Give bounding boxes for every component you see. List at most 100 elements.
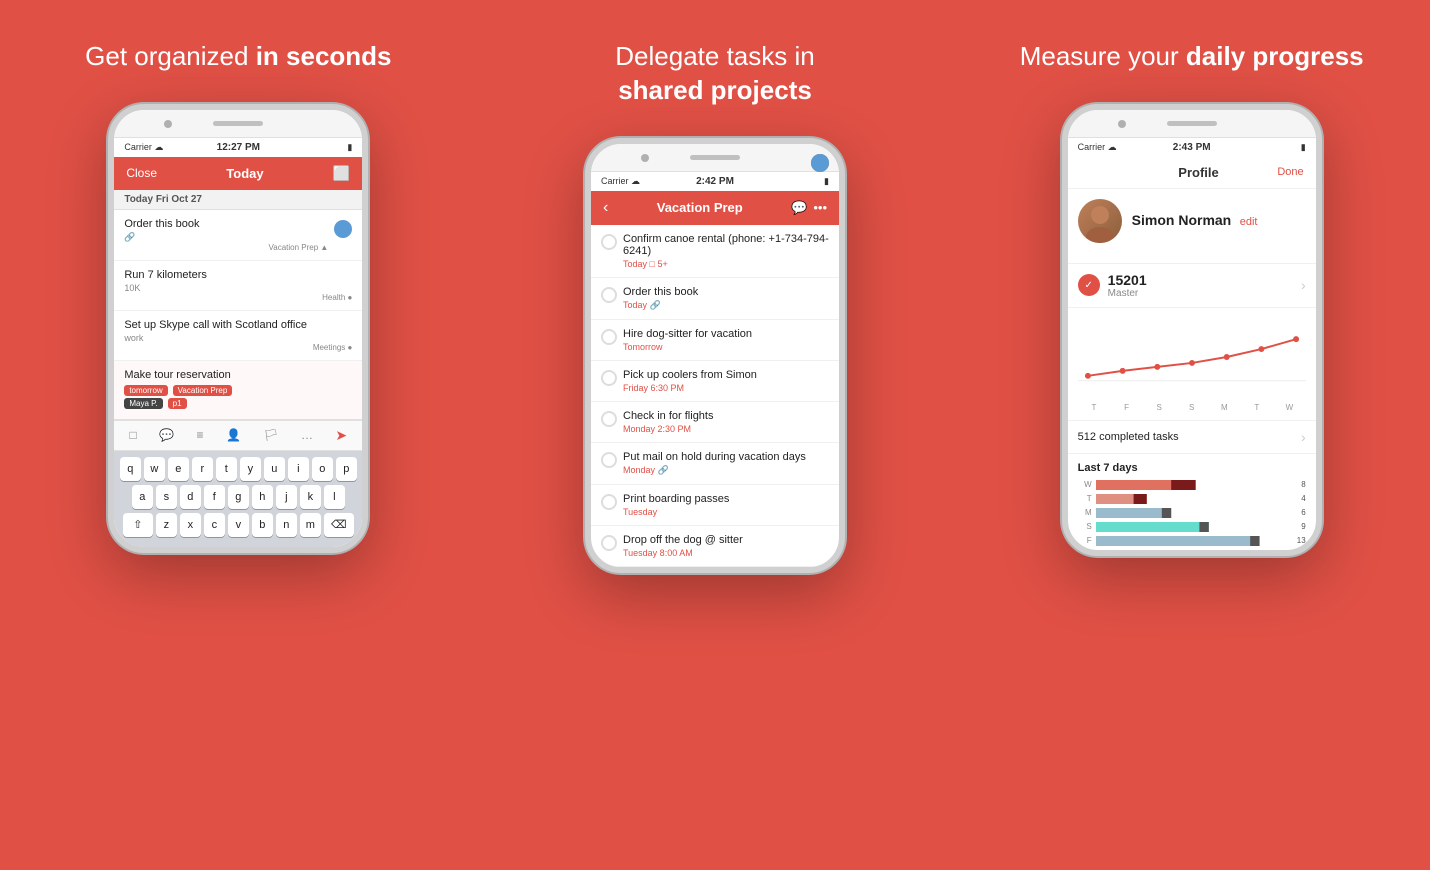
task-circle[interactable] [601, 494, 617, 510]
status-icons: ▮ [1301, 142, 1306, 153]
key-y[interactable]: y [240, 457, 261, 481]
camera-icon [1118, 120, 1126, 128]
phone3-header: Profile Done [1068, 157, 1316, 189]
task-row-sub: Monday 🔗 [623, 465, 806, 476]
done-button[interactable]: Done [1277, 166, 1303, 178]
panel-2: Delegate tasks in shared projects Carrie… [477, 0, 954, 870]
karma-level: Master [1108, 288, 1147, 299]
chart-label-s2: S [1175, 403, 1208, 412]
keyboard-row-2: a s d f g h j k l [118, 485, 358, 509]
task-row: Put mail on hold during vacation days Mo… [591, 443, 839, 485]
task-circle[interactable] [601, 370, 617, 386]
bar-row-m: M 6 [1078, 508, 1306, 518]
tasks-list: Confirm canoe rental (phone: +1-734-794-… [591, 225, 839, 567]
key-d[interactable]: d [180, 485, 201, 509]
key-shift[interactable]: ⇧ [123, 513, 153, 537]
key-t[interactable]: t [216, 457, 237, 481]
status-time-2: 2:42 PM [696, 176, 734, 187]
key-h[interactable]: h [252, 485, 273, 509]
key-a[interactable]: a [132, 485, 153, 509]
key-c[interactable]: c [204, 513, 225, 537]
edit-link[interactable]: edit [1240, 216, 1258, 228]
completed-row[interactable]: 512 completed tasks › [1068, 420, 1316, 454]
karma-check-icon: ✓ [1078, 274, 1100, 296]
mention-icon[interactable]: … [301, 428, 313, 442]
key-g[interactable]: g [228, 485, 249, 509]
key-n[interactable]: n [276, 513, 297, 537]
bar-value-s: 9 [1288, 522, 1306, 531]
close-button[interactable]: Close [126, 166, 157, 180]
key-k[interactable]: k [300, 485, 321, 509]
task-row-title: Put mail on hold during vacation days [623, 451, 806, 463]
bar-label-s: S [1078, 522, 1092, 531]
key-w[interactable]: w [144, 457, 165, 481]
keyboard: q w e r t y u i o p a s d f g h j k l [114, 451, 362, 547]
task-icon[interactable]: □ [130, 428, 137, 442]
toolbar: □ 💬 ≡ 👤 🏳 … ➤ [114, 420, 362, 451]
bar-row-s: S 9 [1078, 522, 1306, 532]
phone2-action-icons: 💬 ••• [791, 200, 827, 216]
task-circle[interactable] [601, 234, 617, 250]
edit-icon[interactable]: ⬜ [333, 165, 350, 182]
bar-value-f: 13 [1288, 536, 1306, 545]
chart-labels: T F S S M T W [1078, 401, 1306, 414]
key-r[interactable]: r [192, 457, 213, 481]
panel-3-title: Measure your daily progress [1020, 40, 1364, 74]
key-v[interactable]: v [228, 513, 249, 537]
task-circle[interactable] [601, 452, 617, 468]
phone-3: Carrier ☁ 2:43 PM ▮ Profile Done [1062, 104, 1322, 556]
bar-track-f [1096, 536, 1284, 546]
task-circle[interactable] [601, 287, 617, 303]
key-l[interactable]: l [324, 485, 345, 509]
status-time-3: 2:43 PM [1173, 142, 1211, 153]
send-icon[interactable]: ➤ [335, 427, 347, 444]
key-u[interactable]: u [264, 457, 285, 481]
karma-left: ✓ 15201 Master [1078, 272, 1147, 299]
phone2-header: ‹ Vacation Prep 💬 ••• [591, 191, 839, 225]
chart-label-t2: T [1241, 403, 1274, 412]
more-icon[interactable]: ••• [813, 200, 827, 216]
phone-1-top [114, 110, 362, 138]
comment-icon[interactable]: 💬 [791, 200, 807, 216]
key-o[interactable]: o [312, 457, 333, 481]
karma-row[interactable]: ✓ 15201 Master › [1068, 263, 1316, 308]
task-circle[interactable] [601, 329, 617, 345]
profile-row: Simon Norman edit [1078, 199, 1306, 243]
key-e[interactable]: e [168, 457, 189, 481]
task-row: Order this book Today 🔗 [591, 278, 839, 320]
tag-p1: p1 [168, 398, 187, 409]
list-icon[interactable]: ≡ [197, 428, 204, 442]
key-j[interactable]: j [276, 485, 297, 509]
phone-1: Carrier ☁ 12:27 PM ▮ Close Today ⬜ Today… [108, 104, 368, 553]
key-f[interactable]: f [204, 485, 225, 509]
battery-icon: ▮ [824, 176, 829, 187]
back-button[interactable]: ‹ [603, 199, 608, 217]
task-row: Confirm canoe rental (phone: +1-734-794-… [591, 225, 839, 278]
battery-icon: ▮ [1301, 142, 1306, 153]
profile-section: Simon Norman edit [1068, 189, 1316, 263]
bar-track-s [1096, 522, 1284, 532]
key-z[interactable]: z [156, 513, 177, 537]
task-row-title: Print boarding passes [623, 493, 729, 505]
key-backspace[interactable]: ⌫ [324, 513, 354, 537]
chart-area: T F S S M T W [1068, 316, 1316, 420]
task-row-sub: Tuesday [623, 507, 729, 517]
bar-row-f: F 13 [1078, 536, 1306, 546]
key-x[interactable]: x [180, 513, 201, 537]
flag-icon[interactable]: 🏳 [263, 428, 278, 442]
key-q[interactable]: q [120, 457, 141, 481]
key-b[interactable]: b [252, 513, 273, 537]
status-icons: ▮ [347, 142, 352, 153]
bar-row-w: W 8 [1078, 480, 1306, 490]
task-row-sub: Tomorrow [623, 342, 752, 352]
speaker-icon [1167, 121, 1217, 126]
key-m[interactable]: m [300, 513, 321, 537]
key-s[interactable]: s [156, 485, 177, 509]
key-p[interactable]: p [336, 457, 357, 481]
chevron-right-icon: › [1301, 429, 1306, 445]
task-circle[interactable] [601, 535, 617, 551]
key-i[interactable]: i [288, 457, 309, 481]
task-circle[interactable] [601, 411, 617, 427]
comment-icon[interactable]: 💬 [159, 428, 174, 442]
person-icon[interactable]: 👤 [226, 428, 241, 442]
